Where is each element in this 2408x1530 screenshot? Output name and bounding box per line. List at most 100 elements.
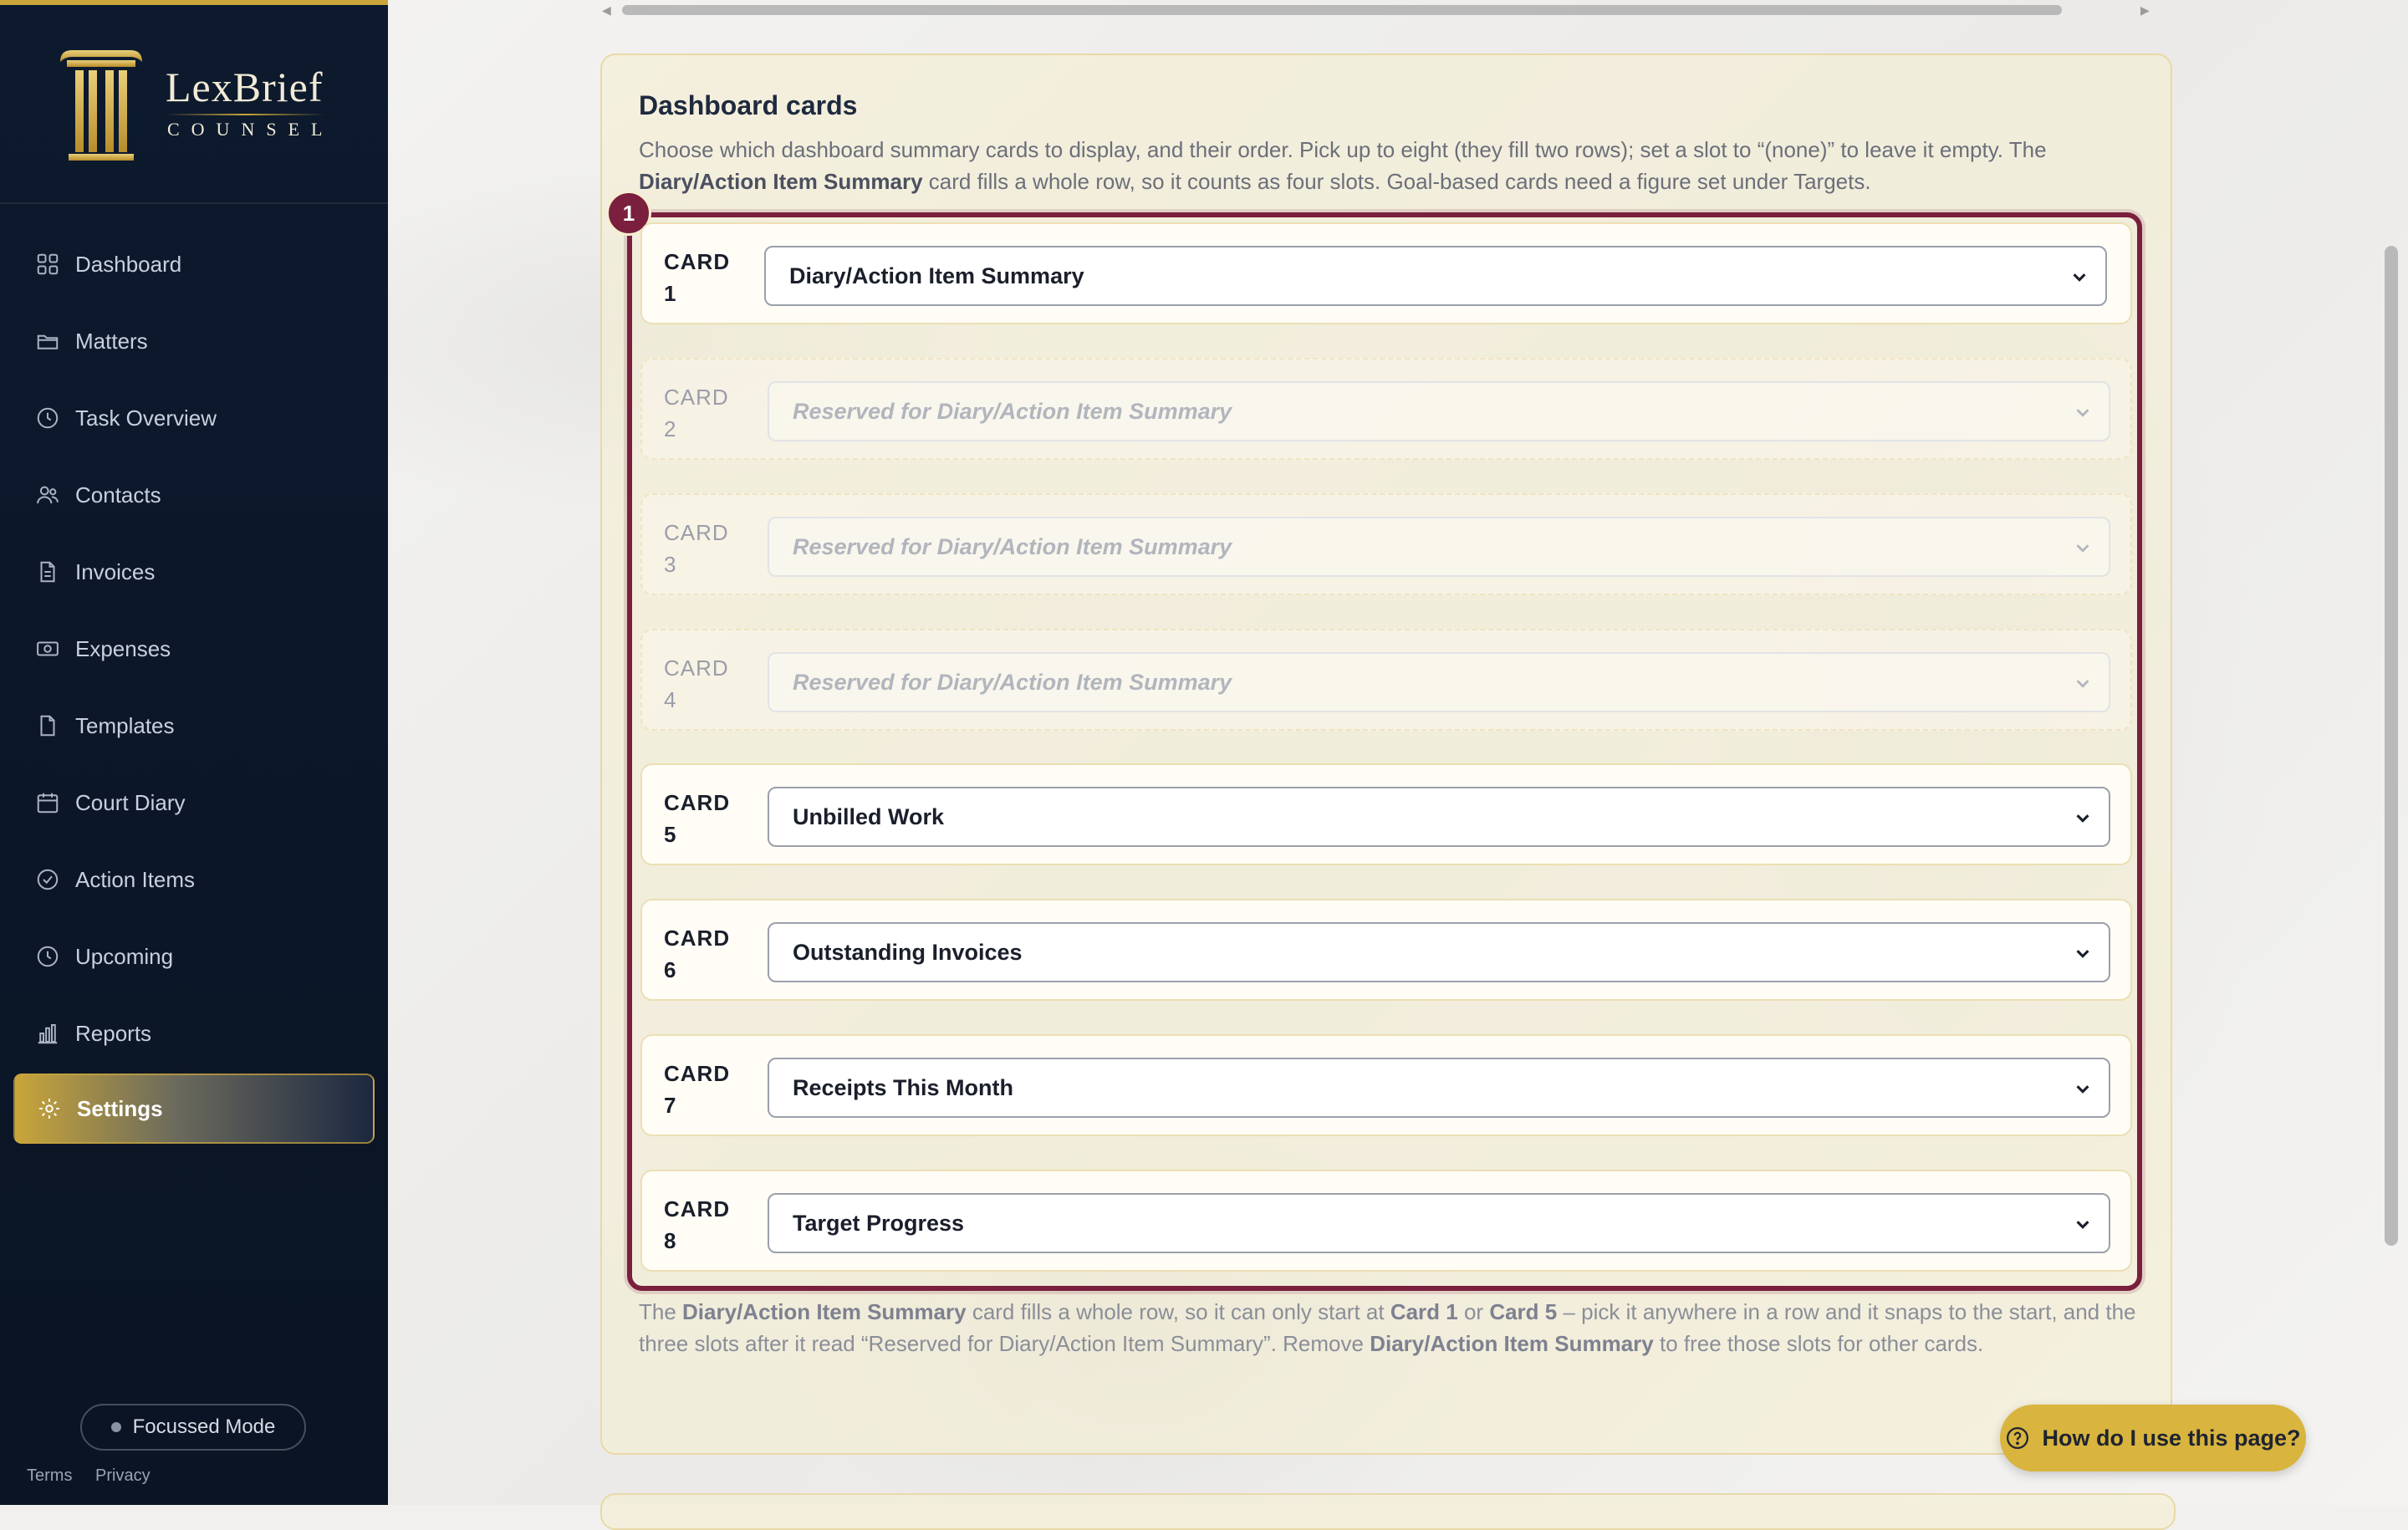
panel-description: Choose which dashboard summary cards to … xyxy=(639,134,2144,197)
card-select-value: Reserved for Diary/Action Item Summary xyxy=(793,669,1232,695)
horizontal-scrollbar-thumb[interactable] xyxy=(622,5,2062,15)
brand-tagline: COUNSEL xyxy=(167,119,334,140)
chevron-down-icon xyxy=(2076,544,2089,553)
card-slot-6: CARD 6 Outstanding Invoices xyxy=(640,899,2132,1001)
card-slot-1: CARD 1 Diary/Action Item Summary xyxy=(640,222,2132,324)
sidebar-item-contacts[interactable]: Contacts xyxy=(13,460,375,530)
card-slot-label: CARD 6 xyxy=(664,926,731,982)
horizontal-scrollbar[interactable]: ◀ ▶ xyxy=(599,2,2155,17)
next-panel xyxy=(600,1493,2176,1530)
card-select-value: Unbilled Work xyxy=(793,803,945,829)
file-icon xyxy=(40,715,55,737)
card-slot-label: CARD 2 xyxy=(664,385,729,441)
chevron-down-icon xyxy=(2076,950,2089,958)
card-select-disabled: Reserved for Diary/Action Item Summary xyxy=(768,517,2110,577)
card-slot-4: CARD 4 Reserved for Diary/Action Item Su… xyxy=(640,629,2132,731)
card-select-value: Reserved for Diary/Action Item Summary xyxy=(793,533,1232,559)
scroll-right-icon[interactable]: ▶ xyxy=(2140,3,2150,18)
focussed-mode-button[interactable]: Focussed Mode xyxy=(80,1404,306,1451)
card-slot-7: CARD 7 Receipts This Month xyxy=(640,1034,2132,1136)
sidebar-item-label: Action Items xyxy=(75,866,196,892)
description-bold: Diary/Action Item Summary xyxy=(639,169,923,194)
sidebar-item-label: Invoices xyxy=(75,558,156,584)
sidebar-item-templates[interactable]: Templates xyxy=(13,691,375,761)
panel-title: Dashboard cards xyxy=(639,90,858,120)
help-button[interactable]: How do I use this page? xyxy=(2000,1405,2306,1471)
card-select[interactable]: Unbilled Work xyxy=(768,787,2110,847)
document-icon xyxy=(40,561,55,583)
footnote-bold: Diary/Action Item Summary xyxy=(1370,1331,1654,1356)
card-slot-8: CARD 8 Target Progress xyxy=(640,1170,2132,1272)
logo[interactable]: LexBrief COUNSEL xyxy=(0,5,388,204)
card-slot-2: CARD 2 Reserved for Diary/Action Item Su… xyxy=(640,358,2132,460)
pillar-logo-icon xyxy=(60,50,142,161)
footnote-bold: Diary/Action Item Summary xyxy=(682,1299,967,1324)
sidebar-item-settings[interactable]: Settings xyxy=(13,1074,375,1144)
sidebar-item-invoices[interactable]: Invoices xyxy=(13,537,375,607)
sidebar-item-label: Settings xyxy=(77,1095,163,1121)
sidebar-item-court-diary[interactable]: Court Diary xyxy=(13,768,375,838)
sidebar-item-label: Task Overview xyxy=(75,405,217,431)
card-slot-5: CARD 5 Unbilled Work xyxy=(640,763,2132,865)
logo-divider xyxy=(166,114,324,115)
sidebar-item-label: Court Diary xyxy=(75,789,186,815)
sidebar-item-action-items[interactable]: Action Items xyxy=(13,844,375,915)
help-button-label: How do I use this page? xyxy=(2042,1425,2301,1451)
sidebar-item-task-overview[interactable]: Task Overview xyxy=(13,383,375,453)
sidebar-item-label: Upcoming xyxy=(75,943,174,969)
sidebar-item-label: Dashboard xyxy=(75,251,182,277)
sidebar-item-upcoming[interactable]: Upcoming xyxy=(13,921,375,992)
chevron-down-icon xyxy=(2076,814,2089,823)
sidebar-item-label: Expenses xyxy=(75,635,171,661)
calendar-icon xyxy=(37,793,59,813)
chevron-down-icon xyxy=(2076,409,2089,417)
card-select-value: Reserved for Diary/Action Item Summary xyxy=(793,398,1232,424)
gear-icon xyxy=(39,1099,59,1119)
sidebar-item-reports[interactable]: Reports xyxy=(13,998,375,1068)
users-icon xyxy=(37,486,59,504)
check-circle-icon xyxy=(37,869,59,890)
folder-icon xyxy=(37,334,59,349)
footnote-text: or xyxy=(1457,1299,1490,1324)
card-slot-3: CARD 3 Reserved for Diary/Action Item Su… xyxy=(640,493,2132,595)
sidebar-item-label: Matters xyxy=(75,328,148,354)
card-slot-label: CARD 8 xyxy=(664,1196,731,1253)
card-select-value: Outstanding Invoices xyxy=(793,939,1023,965)
terms-link[interactable]: Terms xyxy=(27,1466,72,1485)
card-slot-label: CARD 5 xyxy=(664,790,731,847)
privacy-link[interactable]: Privacy xyxy=(95,1466,150,1485)
sidebar-item-dashboard[interactable]: Dashboard xyxy=(13,229,375,299)
footer-links: Terms Privacy xyxy=(27,1466,169,1486)
clock-icon xyxy=(37,946,59,967)
card-slot-label: CARD 4 xyxy=(664,655,729,712)
card-select-value: Receipts This Month xyxy=(793,1074,1014,1100)
card-select-disabled: Reserved for Diary/Action Item Summary xyxy=(768,381,2110,441)
sidebar-item-matters[interactable]: Matters xyxy=(13,306,375,376)
card-select[interactable]: Target Progress xyxy=(768,1193,2110,1253)
card-select[interactable]: Receipts This Month xyxy=(768,1058,2110,1118)
sidebar-item-expenses[interactable]: Expenses xyxy=(13,614,375,684)
chevron-down-icon xyxy=(2076,1085,2089,1094)
sidebar: LexBrief COUNSEL Dashboard Matters Task … xyxy=(0,0,388,1505)
card-slot-label: CARD 3 xyxy=(664,520,729,577)
card-select[interactable]: Outstanding Invoices xyxy=(768,922,2110,982)
sidebar-item-label: Contacts xyxy=(75,482,161,507)
sidebar-item-label: Reports xyxy=(75,1020,152,1046)
footnote-text: card fills a whole row, so it can only s… xyxy=(966,1299,1390,1324)
card-select-value: Diary/Action Item Summary xyxy=(789,263,1084,288)
card-slot-label: CARD 7 xyxy=(664,1061,731,1118)
scroll-left-icon[interactable]: ◀ xyxy=(602,3,611,18)
vertical-scrollbar-thumb[interactable] xyxy=(2385,246,2398,1246)
description-text: Choose which dashboard summary cards to … xyxy=(639,137,2047,162)
chevron-down-icon xyxy=(2073,273,2086,282)
question-circle-icon xyxy=(2007,1427,2029,1449)
card-slot-label: CARD 1 xyxy=(664,249,731,306)
description-text: card fills a whole row, so it counts as … xyxy=(922,169,1871,194)
brand-name: LexBrief xyxy=(166,64,324,110)
card-select[interactable]: Diary/Action Item Summary xyxy=(764,246,2107,306)
chevron-down-icon xyxy=(2076,680,2089,688)
panel-footnote: The Diary/Action Item Summary card fills… xyxy=(639,1296,2144,1359)
grid-icon xyxy=(37,253,59,275)
focussed-mode-label: Focussed Mode xyxy=(132,1415,276,1438)
chevron-down-icon xyxy=(2076,1221,2089,1229)
